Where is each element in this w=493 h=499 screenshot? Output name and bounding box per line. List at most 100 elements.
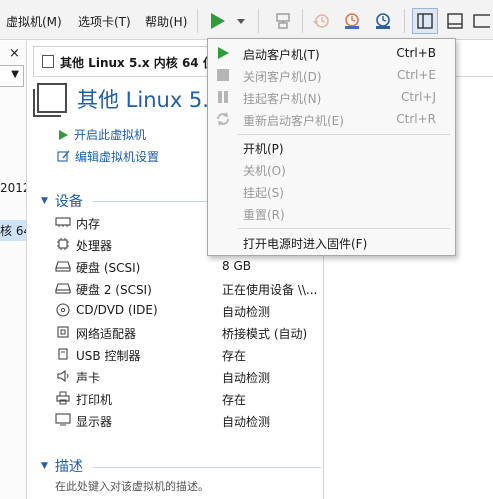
- device-value: 自动检测: [222, 415, 271, 429]
- menu-item-shutdown-guest[interactable]: 关闭客户机(D) Ctrl+E: [209, 64, 454, 86]
- edit-settings-icon: [57, 150, 70, 162]
- description-section-toggle[interactable]: ▼ 描述: [41, 456, 83, 476]
- menu-item-restart-guest[interactable]: 重新启动客户机(E) Ctrl+R: [209, 108, 454, 130]
- menu-separator: [238, 134, 450, 135]
- fullscreen-button[interactable]: [470, 8, 492, 34]
- device-name: 声卡: [76, 371, 101, 385]
- device-value: 自动检测: [222, 371, 271, 385]
- page-title: 其他 Linux 5.x: [77, 88, 222, 112]
- snapshot-revert-icon: [313, 14, 329, 28]
- device-value: 自动检测: [222, 305, 271, 319]
- memory-icon: [55, 215, 71, 229]
- description-heading: 描述: [54, 459, 83, 475]
- device-row-network-adapter[interactable]: 网络适配器 桥接模式 (自动): [55, 322, 321, 344]
- device-row-sound-card[interactable]: 声卡 自动检测: [55, 366, 321, 388]
- devices-heading: 设备: [54, 194, 83, 210]
- menu-item-shortcut: Ctrl+E: [397, 68, 436, 82]
- section-divider: [93, 467, 321, 468]
- display-icon: [55, 413, 71, 427]
- device-row-printer[interactable]: 打印机 存在: [55, 388, 321, 410]
- menu-item-shortcut: Ctrl+B: [396, 46, 436, 60]
- power-menu: 启动客户机(T) Ctrl+B 关闭客户机(D) Ctrl+E 挂起客户机(N)…: [207, 38, 456, 256]
- menu-item-shortcut: Ctrl+R: [396, 112, 436, 126]
- menu-item-label: 启动客户机(T): [243, 48, 320, 62]
- edit-vm-settings-label: 编辑虚拟机设置: [75, 150, 160, 164]
- menu-tabs[interactable]: 选项卡(T): [78, 13, 131, 30]
- device-name: USB 控制器: [76, 349, 141, 363]
- toolbar-separator: [197, 9, 198, 33]
- menu-item-power-off[interactable]: 关机(O): [209, 158, 454, 180]
- power-dropdown-button[interactable]: [206, 8, 250, 34]
- device-name: 打印机: [76, 393, 113, 407]
- device-name: 网络适配器: [76, 327, 137, 341]
- play-icon: [211, 13, 245, 29]
- device-row-usb-controller[interactable]: USB 控制器 存在: [55, 344, 321, 366]
- usb-icon: [55, 347, 71, 361]
- sidebar-toggle-icon: [417, 13, 433, 29]
- vm-large-icon: [33, 83, 67, 117]
- play-icon: [59, 129, 68, 140]
- revert-snapshot-button[interactable]: [308, 8, 334, 34]
- device-value: 正在使用设备 \\...: [222, 283, 318, 297]
- console-view-icon: [447, 13, 463, 29]
- edit-vm-settings-link[interactable]: 编辑虚拟机设置: [57, 148, 159, 165]
- toolbar-separator: [404, 9, 405, 33]
- send-ctrl-alt-del-button[interactable]: [270, 8, 296, 34]
- sound-card-icon: [55, 369, 71, 383]
- pause-icon: [215, 89, 231, 105]
- menu-item-label: 重置(R): [243, 208, 285, 222]
- device-row-cd-dvd[interactable]: CD/DVD (IDE) 自动检测: [55, 300, 321, 322]
- play-icon: [215, 45, 231, 61]
- device-row-hard-disk[interactable]: 硬盘 (SCSI) 8 GB: [55, 256, 321, 278]
- snapshot-manager-button[interactable]: [370, 8, 396, 34]
- menubar: 虚拟机(M) 选项卡(T) 帮助(H): [0, 0, 493, 40]
- devices-section-toggle[interactable]: ▼ 设备: [41, 191, 83, 211]
- menu-item-power-on-to-firmware[interactable]: 打开电源时进入固件(F): [209, 231, 454, 253]
- menu-item-label: 挂起(S): [243, 186, 284, 200]
- device-name: 硬盘 (SCSI): [76, 261, 141, 275]
- cd-dvd-icon: [55, 303, 71, 317]
- menu-item-suspend[interactable]: 挂起(S): [209, 180, 454, 202]
- fullscreen-icon: [473, 14, 490, 28]
- device-row-hard-disk-2[interactable]: 硬盘 2 (SCSI) 正在使用设备 \\...: [55, 278, 321, 300]
- library-filter-select[interactable]: ▼: [0, 65, 24, 87]
- power-on-vm-link[interactable]: 开启此虚拟机: [57, 126, 146, 143]
- menu-item-power-on[interactable]: 开机(P): [209, 136, 454, 158]
- description-input[interactable]: 在此处键入对该虚拟机的描述。: [55, 478, 209, 494]
- toggle-library-button[interactable]: [412, 8, 438, 34]
- menu-vm[interactable]: 虚拟机(M): [6, 13, 62, 30]
- network-adapter-icon: [55, 325, 71, 339]
- device-name: 处理器: [76, 239, 113, 253]
- vm-tab-icon: [42, 55, 54, 68]
- menu-item-reset[interactable]: 重置(R): [209, 202, 454, 224]
- menu-item-label: 挂起客户机(N): [243, 92, 322, 106]
- device-row-display[interactable]: 显示器 自动检测: [55, 410, 321, 432]
- console-view-button[interactable]: [442, 8, 468, 34]
- send-keys-icon: [276, 13, 290, 29]
- menu-item-suspend-guest[interactable]: 挂起客户机(N) Ctrl+J: [209, 86, 454, 108]
- take-snapshot-button[interactable]: [339, 8, 365, 34]
- menu-item-label: 关闭客户机(D): [243, 70, 322, 84]
- library-item-selected-fragment[interactable]: 核 64: [0, 220, 26, 241]
- chevron-down-icon: ▼: [11, 69, 19, 80]
- device-name: 显示器: [76, 415, 113, 429]
- restart-icon: [215, 111, 231, 127]
- power-on-vm-label: 开启此虚拟机: [74, 128, 147, 142]
- tab-vm[interactable]: 其他 Linux 5.x 内核 64 位: [33, 46, 215, 76]
- snapshot-manager-icon: [376, 13, 390, 29]
- cpu-icon: [55, 237, 71, 251]
- printer-icon: [55, 391, 71, 405]
- close-library-icon[interactable]: ×: [9, 46, 20, 61]
- collapse-triangle-icon: ▼: [41, 196, 48, 206]
- menu-item-label: 关机(O): [243, 164, 286, 178]
- toolbar-separator: [258, 9, 259, 33]
- menu-help[interactable]: 帮助(H): [145, 13, 187, 30]
- menu-item-shortcut: Ctrl+J: [401, 90, 436, 104]
- library-item-fragment[interactable]: 2012: [0, 181, 26, 195]
- device-value: 存在: [222, 349, 247, 363]
- menu-item-label: 打开电源时进入固件(F): [243, 237, 368, 251]
- toolbar-separator: [302, 9, 303, 33]
- menu-item-start-guest[interactable]: 启动客户机(T) Ctrl+B: [209, 42, 454, 64]
- hard-disk-icon: [55, 281, 71, 295]
- tab-label: 其他 Linux 5.x 内核 64 位: [60, 56, 215, 70]
